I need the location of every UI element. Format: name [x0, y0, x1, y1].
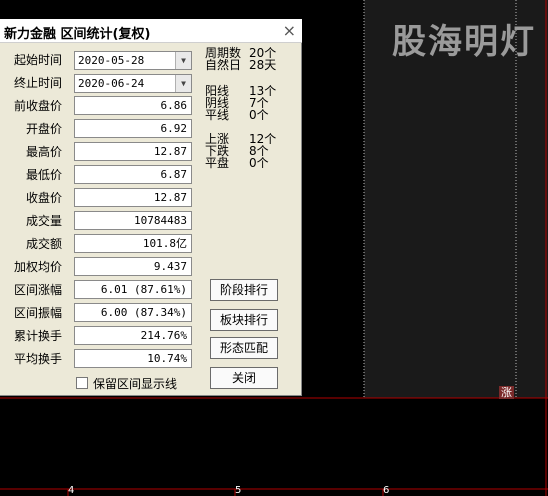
- start-time-select[interactable]: 2020-05-28 ▼: [74, 51, 192, 70]
- sector-ranking-button[interactable]: 板块排行: [210, 309, 278, 331]
- turnover-amount-label: 成交额: [25, 237, 62, 251]
- cum-turnover-value: 214.76%: [74, 326, 192, 345]
- avg-turnover-label: 平均换手: [13, 352, 62, 366]
- end-time-label: 终止时间: [13, 76, 62, 90]
- dialog-title: 新力金融 区间统计(复权): [4, 27, 151, 42]
- watermark-text: 股海明灯: [392, 22, 536, 62]
- open-value: 6.92: [74, 119, 192, 138]
- prev-close-label: 前收盘价: [13, 99, 62, 113]
- range-change-label: 区间涨幅: [13, 283, 62, 297]
- flat-value: 0个: [249, 156, 269, 170]
- amplitude-label: 区间振幅: [13, 306, 62, 320]
- stage-ranking-button[interactable]: 阶段排行: [210, 279, 278, 301]
- dialog-titlebar[interactable]: 新力金融 区间统计(复权) ×: [0, 19, 302, 43]
- flat-label: 平盘: [205, 156, 230, 170]
- flat-line-label: 平线: [205, 108, 230, 122]
- high-value: 12.87: [74, 142, 192, 161]
- close-price-label: 收盘价: [25, 191, 62, 205]
- cum-turnover-label: 累计换手: [13, 329, 62, 343]
- high-label: 最高价: [25, 145, 62, 159]
- close-icon[interactable]: ×: [283, 21, 296, 40]
- vwap-value: 9.437: [74, 257, 192, 276]
- axis-label-4: 4: [68, 485, 75, 496]
- close-button[interactable]: 关闭: [210, 367, 278, 389]
- avg-turnover-value: 10.74%: [74, 349, 192, 368]
- axis-label-6: 6: [383, 485, 390, 496]
- keep-range-line-checkbox[interactable]: 保留区间显示线: [76, 375, 177, 392]
- interval-stats-dialog: 新力金融 区间统计(复权) × 起始时间 2020-05-28 ▼ 终止时间 2…: [0, 19, 302, 396]
- natural-days-value: 28天: [249, 58, 277, 72]
- close-price-value: 12.87: [74, 188, 192, 207]
- end-time-value: 2020-06-24: [78, 77, 145, 90]
- move-stats: 上涨 12个 下跌 8个 平盘 0个: [205, 133, 276, 169]
- pattern-match-button[interactable]: 形态匹配: [210, 337, 278, 359]
- checkbox-box[interactable]: [76, 377, 88, 389]
- turnover-amount-value: 101.8亿: [74, 234, 192, 253]
- axis-label-5: 5: [235, 485, 242, 496]
- end-time-select[interactable]: 2020-06-24 ▼: [74, 74, 192, 93]
- volume-value: 10784483: [74, 211, 192, 230]
- natural-days-label: 自然日: [205, 58, 242, 72]
- start-time-value: 2020-05-28: [78, 54, 145, 67]
- limit-up-tag: 涨: [499, 386, 514, 399]
- low-label: 最低价: [25, 168, 62, 182]
- candle-type-stats: 阳线 13个 阴线 7个 平线 0个: [205, 85, 276, 121]
- start-time-label: 起始时间: [13, 53, 62, 67]
- vwap-label: 加权均价: [13, 260, 62, 274]
- period-stats: 周期数 20个 自然日 28天: [205, 47, 276, 71]
- amplitude-value: 6.00 (87.34%): [74, 303, 192, 322]
- chevron-down-icon[interactable]: ▼: [175, 52, 191, 69]
- low-value: 6.87: [74, 165, 192, 184]
- volume-label: 成交量: [25, 214, 62, 228]
- chevron-down-icon[interactable]: ▼: [175, 75, 191, 92]
- checkbox-label: 保留区间显示线: [93, 377, 178, 391]
- range-change-value: 6.01 (87.61%): [74, 280, 192, 299]
- flat-line-value: 0个: [249, 108, 269, 122]
- prev-close-value: 6.86: [74, 96, 192, 115]
- open-label: 开盘价: [25, 122, 62, 136]
